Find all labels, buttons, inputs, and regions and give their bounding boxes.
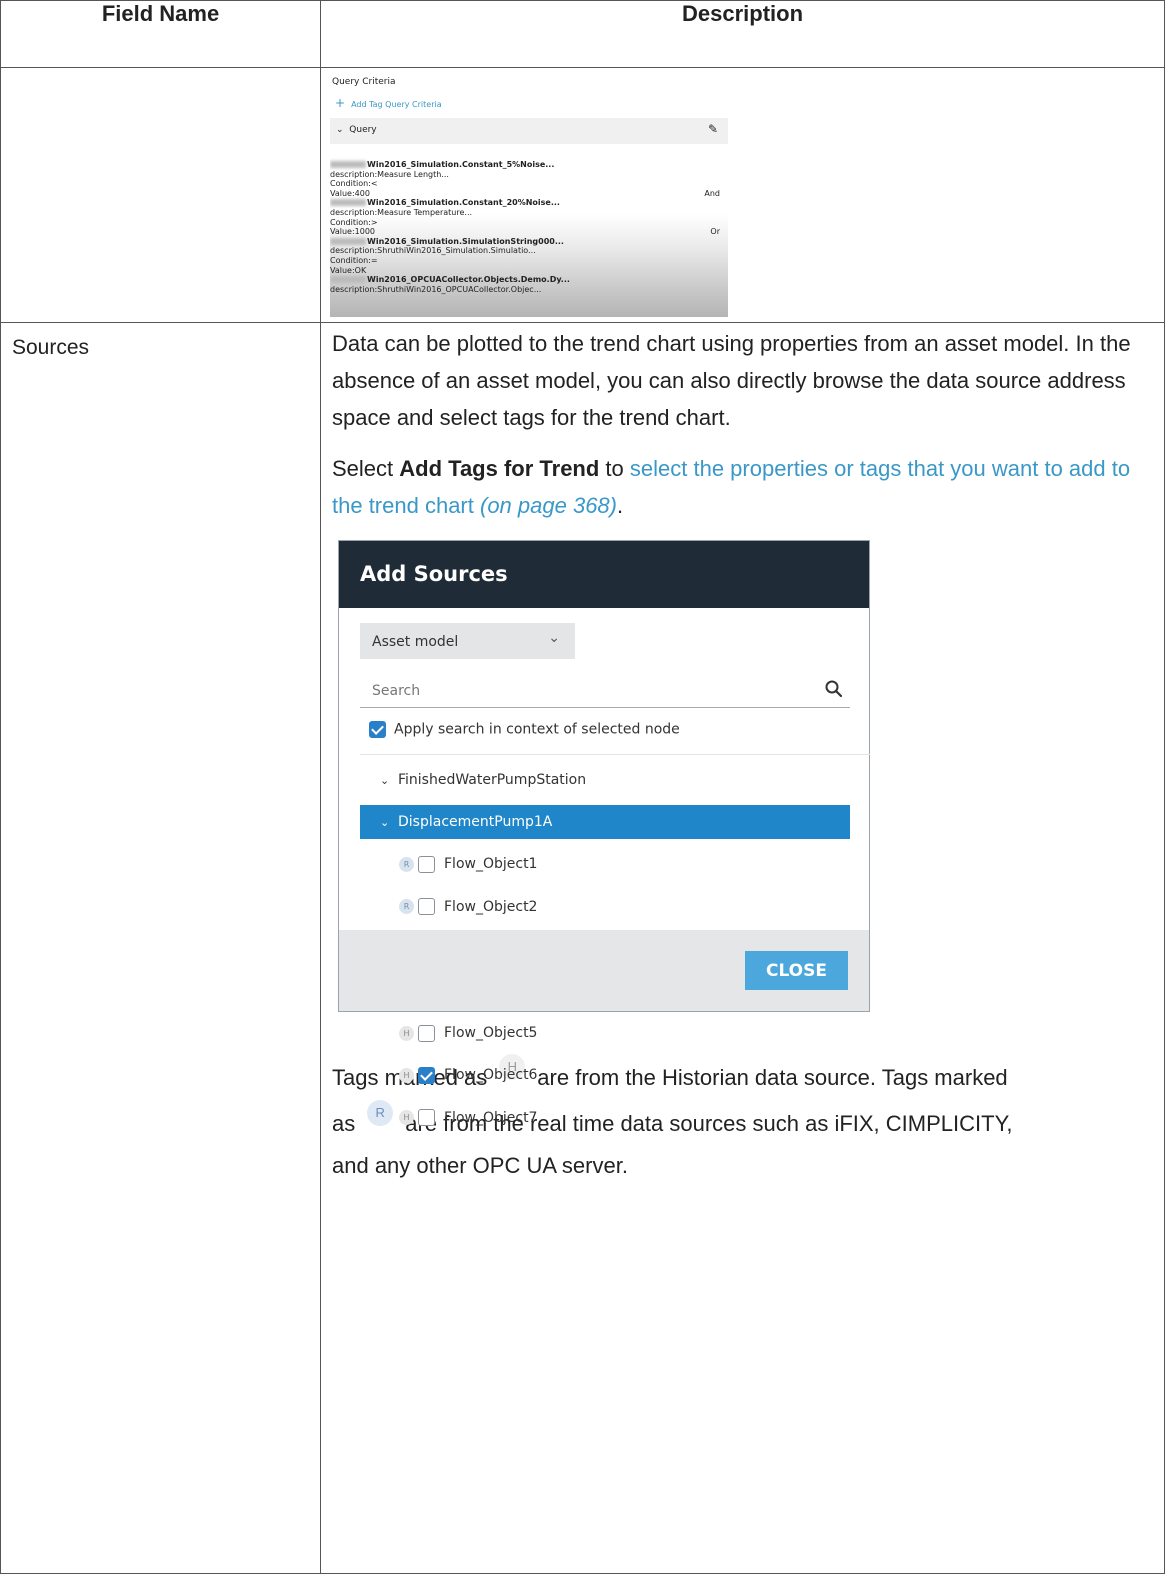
realtime-badge-icon: R (399, 856, 414, 872)
apply-search-context-checkbox-row[interactable]: Apply search in context of selected node (369, 721, 680, 738)
query-lines: Win2016_Simulation.Constant_5%Noise... de… (330, 160, 726, 294)
add-tag-query-criteria-link: + Add Tag Query Criteria (335, 96, 442, 110)
add-sources-dialog: Add Sources Asset model ⌄ Search Apply s… (338, 540, 870, 1126)
query-criteria-title: Query Criteria (332, 77, 396, 87)
query-section-bar: ⌄ Query ✎ (330, 118, 728, 144)
query-line: Condition:> (330, 217, 378, 227)
query-line: description:ShruthiWin2016_OPCUACollecto… (330, 284, 542, 294)
tag-legend-line-3: and any other OPC UA server. (332, 1153, 628, 1178)
query-section-label: ⌄ Query (336, 125, 377, 135)
tree-item-label: Flow_Object5 (444, 1025, 538, 1042)
divider (360, 754, 870, 755)
tree-item-label: Flow_Object7 (444, 1109, 538, 1126)
tree-item[interactable]: R Flow_Object2 (360, 890, 850, 924)
dropdown-value: Asset model (372, 634, 459, 650)
field-cell-empty (0, 67, 321, 323)
chevron-down-icon[interactable]: ⌄ (380, 806, 398, 840)
tree-item-label: Flow_Object6 (444, 1067, 538, 1084)
query-line: Win2016_OPCUACollector.Objects.Demo.Dy..… (330, 275, 726, 285)
field-cell-sources: Sources (0, 322, 321, 1574)
query-operator: And (704, 188, 720, 198)
query-line: Condition:= (330, 255, 378, 265)
historian-badge-icon: H (399, 1110, 414, 1125)
query-line: Condition:< (330, 179, 378, 189)
description-cell-query: Query Criteria + Add Tag Query Criteria ⌄… (320, 67, 1165, 323)
tree-item[interactable]: H Flow_Object6 (360, 1058, 850, 1092)
query-line: description:Measure Temperature... (330, 207, 473, 217)
tree-item-checkbox[interactable] (418, 855, 435, 873)
source-type-dropdown[interactable]: Asset model ⌄ (360, 623, 575, 659)
tree-item-checkbox[interactable] (418, 898, 435, 916)
redacted-text (330, 237, 366, 245)
realtime-badge-icon: R (399, 899, 414, 915)
field-name-sources: Sources (12, 336, 90, 359)
plus-icon: + (335, 96, 346, 110)
redacted-text (330, 161, 366, 168)
query-line: description:Measure Length... (330, 169, 449, 179)
tree-item[interactable]: H Flow_Object5 (360, 1016, 850, 1050)
tree-item-label: Flow_Object1 (444, 856, 538, 873)
document-page: Field Name Description Query Criteria + A… (0, 0, 1167, 1574)
search-input[interactable]: Search (360, 673, 850, 708)
close-button[interactable]: CLOSE (745, 951, 848, 990)
sources-paragraph-2: Select Add Tags for Trend to select the … (332, 456, 1131, 518)
query-line: Value:1000 Or (330, 227, 720, 237)
query-criteria-image: Query Criteria + Add Tag Query Criteria ⌄… (330, 74, 728, 317)
historian-badge-icon: H (399, 1025, 414, 1041)
redacted-text (330, 276, 366, 284)
query-line: Win2016_Simulation.Constant_20%Noise... (330, 198, 726, 208)
chevron-down-icon: ⌄ (336, 125, 344, 135)
tree-item-checkbox[interactable] (418, 1024, 435, 1042)
tree-item-checkbox[interactable] (418, 1066, 435, 1084)
header-field-name: Field Name (0, 0, 321, 68)
chevron-down-icon[interactable]: ⌄ (380, 764, 398, 798)
tree-node-root[interactable]: ⌄ FinishedWaterPumpStation (360, 763, 850, 797)
query-operator: Or (710, 227, 720, 237)
tree-item-label: Flow_Object2 (444, 898, 538, 915)
tree-item[interactable]: H Flow_Object7 (360, 1101, 850, 1135)
query-line: Win2016_Simulation.SimulationString000..… (330, 237, 726, 247)
dialog-footer: CLOSE (339, 930, 869, 1011)
field-table: Field Name Description Query Criteria + A… (0, 0, 1165, 1574)
pencil-icon: ✎ (707, 122, 718, 136)
dialog-title: Add Sources (360, 562, 508, 586)
tree-item-checkbox[interactable] (418, 1109, 435, 1126)
sources-paragraph-1: Data can be plotted to the trend chart u… (332, 331, 1131, 430)
add-tags-for-trend-text: Add Tags for Trend (399, 456, 600, 481)
historian-badge-icon: H (399, 1067, 414, 1083)
description-cell-sources: Data can be plotted to the trend chart u… (320, 322, 1165, 1574)
query-line: Value:400 And (330, 188, 720, 198)
dialog-header: Add Sources (339, 541, 869, 608)
chevron-down-icon: ⌄ (548, 630, 560, 646)
tree-node-selected[interactable]: ⌄ DisplacementPump1A (360, 805, 850, 840)
page-reference: (on page 368) (480, 493, 617, 518)
query-line: Value:OK (330, 265, 367, 275)
search-placeholder: Search (372, 683, 421, 699)
query-line: description:ShruthiWin2016_Simulation.Si… (330, 246, 536, 256)
apply-search-checkbox[interactable] (369, 721, 386, 738)
apply-search-label: Apply search in context of selected node (394, 721, 680, 738)
tree-item[interactable]: R Flow_Object1 (360, 847, 850, 881)
header-description: Description (320, 0, 1165, 68)
redacted-text (330, 199, 366, 207)
search-icon[interactable] (824, 679, 844, 699)
query-line: Win2016_Simulation.Constant_5%Noise... (330, 160, 726, 170)
